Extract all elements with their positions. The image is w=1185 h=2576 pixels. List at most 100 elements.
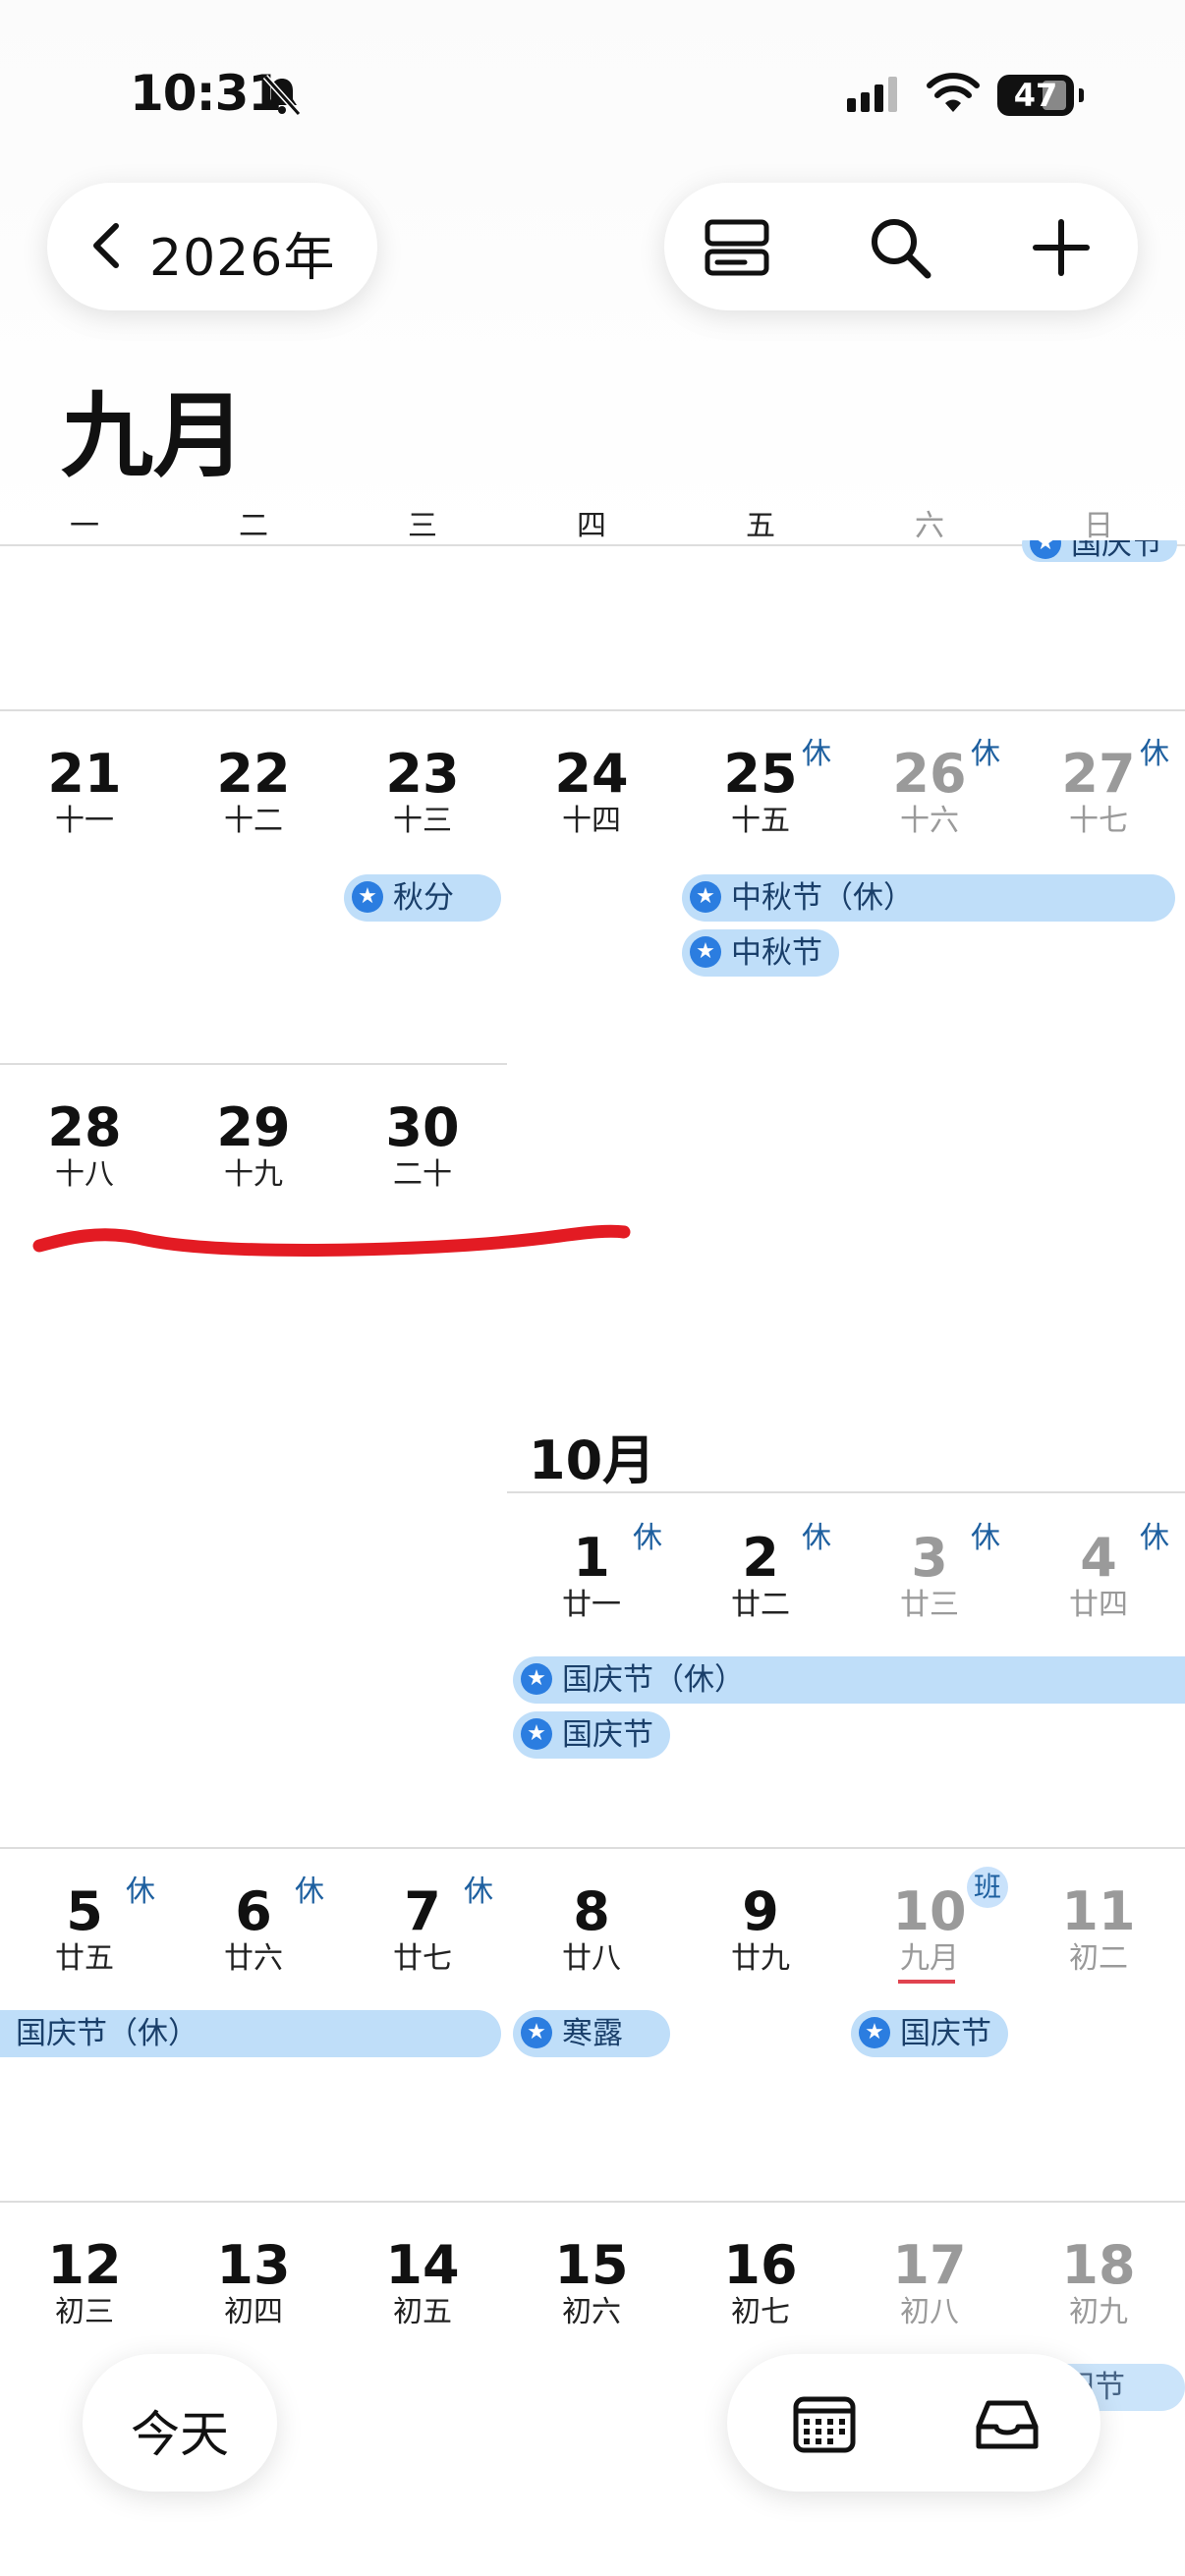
lunar-date: 十二 bbox=[224, 804, 283, 838]
day-number: 24 bbox=[554, 743, 629, 805]
star-icon: ★ bbox=[859, 2016, 890, 2048]
week-divider bbox=[0, 1063, 507, 1065]
day-number: 30 bbox=[385, 1096, 460, 1158]
star-icon: ★ bbox=[521, 1717, 552, 1750]
month-title: 九月 bbox=[61, 383, 247, 490]
lunar-date: 十一 bbox=[55, 804, 114, 838]
day-cell[interactable]: 11 初二 bbox=[1014, 1882, 1183, 1977]
lunar-date: 廿五 bbox=[55, 1941, 114, 1976]
week-divider bbox=[0, 1847, 1185, 1849]
day-cell[interactable]: 12 初三 bbox=[0, 2236, 169, 2330]
lunar-date: 初四 bbox=[224, 2295, 283, 2329]
lunar-date: 初七 bbox=[731, 2295, 790, 2329]
today-label: 今天 bbox=[131, 2406, 229, 2463]
day-number: 23 bbox=[385, 743, 460, 805]
lunar-date: 九月 bbox=[900, 1941, 959, 1976]
lunar-date: 初六 bbox=[562, 2295, 621, 2329]
day-cell[interactable]: 24 十四 bbox=[507, 745, 676, 839]
event-pill[interactable]: ★ 中秋节 bbox=[682, 929, 839, 977]
day-cell[interactable]: 17 初八 bbox=[845, 2236, 1014, 2330]
back-to-year-button[interactable]: 2026年 bbox=[47, 183, 377, 310]
plus-icon[interactable] bbox=[1026, 212, 1097, 283]
battery-nub bbox=[1079, 88, 1084, 102]
day-number: 21 bbox=[47, 743, 122, 805]
event-pill[interactable]: ★ 国庆节 bbox=[851, 2010, 1008, 2057]
layout-icon[interactable] bbox=[702, 212, 772, 283]
weekday-divider bbox=[0, 544, 1185, 546]
lunar-date: 廿四 bbox=[1069, 1588, 1128, 1622]
star-icon: ★ bbox=[690, 880, 721, 913]
star-icon: ★ bbox=[352, 880, 383, 913]
event-label: 秋分 bbox=[393, 880, 454, 916]
battery-level: 47 bbox=[1013, 77, 1058, 114]
day-number: 14 bbox=[385, 2234, 460, 2296]
day-cell[interactable]: 14 初五 bbox=[338, 2236, 507, 2330]
search-icon[interactable] bbox=[865, 212, 935, 283]
inbox-icon[interactable] bbox=[973, 2393, 1042, 2456]
day-number: 13 bbox=[216, 2234, 291, 2296]
weekday-fri: 五 bbox=[746, 509, 775, 543]
holiday-badge: 休 bbox=[464, 1875, 493, 1909]
day-cell[interactable]: 18 初九 bbox=[1014, 2236, 1183, 2330]
event-pill[interactable]: ★ 中秋节（休） bbox=[682, 874, 1175, 922]
lunar-date: 十五 bbox=[731, 804, 790, 838]
cellular-signal-icon bbox=[847, 75, 906, 112]
day-cell[interactable]: 30 二十 bbox=[338, 1098, 507, 1193]
day-number: 29 bbox=[216, 1096, 291, 1158]
month-divider bbox=[507, 1491, 1185, 1493]
holiday-badge: 休 bbox=[802, 737, 831, 771]
lunar-date: 廿一 bbox=[562, 1588, 621, 1622]
weekday-wed: 三 bbox=[408, 509, 437, 543]
day-cell[interactable]: 16 初七 bbox=[676, 2236, 845, 2330]
calendar-grid-icon[interactable] bbox=[790, 2393, 859, 2456]
workday-badge: 班 bbox=[967, 1867, 1008, 1908]
today-button[interactable]: 今天 bbox=[83, 2354, 277, 2492]
day-cell[interactable]: 13 初四 bbox=[169, 2236, 338, 2330]
day-number: 16 bbox=[723, 2234, 798, 2296]
day-cell[interactable]: 22 十二 bbox=[169, 745, 338, 839]
day-number: 22 bbox=[216, 743, 291, 805]
event-label: 国庆节 bbox=[562, 1717, 653, 1753]
lunar-date: 十八 bbox=[55, 1157, 114, 1192]
weekday-sat: 六 bbox=[915, 509, 944, 543]
day-number: 18 bbox=[1061, 2234, 1136, 2296]
day-number: 15 bbox=[554, 2234, 629, 2296]
holiday-badge: 休 bbox=[295, 1875, 324, 1909]
day-number: 12 bbox=[47, 2234, 122, 2296]
event-pill[interactable]: ★ 寒露 bbox=[513, 2010, 670, 2057]
battery-indicator: 47 bbox=[997, 75, 1074, 116]
lunar-date: 初五 bbox=[393, 2295, 452, 2329]
lunar-date: 初三 bbox=[55, 2295, 114, 2329]
lunar-date: 十六 bbox=[900, 804, 959, 838]
event-pill[interactable]: ★ 国庆节（休） bbox=[513, 1656, 1185, 1704]
bottom-toolbar bbox=[727, 2354, 1100, 2492]
day-cell[interactable]: 23 十三 bbox=[338, 745, 507, 839]
lunar-date: 廿七 bbox=[393, 1941, 452, 1976]
lunar-date: 廿三 bbox=[900, 1588, 959, 1622]
holiday-badge: 休 bbox=[971, 1521, 1000, 1555]
lunar-date: 十九 bbox=[224, 1157, 283, 1192]
toolbar bbox=[664, 183, 1138, 310]
event-label: 中秋节 bbox=[731, 935, 822, 971]
holiday-badge: 休 bbox=[633, 1521, 662, 1555]
day-cell[interactable]: 29 十九 bbox=[169, 1098, 338, 1193]
star-icon: ★ bbox=[690, 935, 721, 968]
day-cell[interactable]: 21 十一 bbox=[0, 745, 169, 839]
week-divider bbox=[0, 2201, 1185, 2203]
lunar-date: 廿六 bbox=[224, 1941, 283, 1976]
holiday-badge: 休 bbox=[971, 737, 1000, 771]
day-cell[interactable]: 9 廿九 bbox=[676, 1882, 845, 1977]
event-pill[interactable]: ★ 国庆节 bbox=[513, 1711, 670, 1759]
lunar-date: 十三 bbox=[393, 804, 452, 838]
silent-bell-icon bbox=[262, 74, 302, 117]
lunar-date: 初二 bbox=[1069, 1941, 1128, 1976]
event-pill[interactable]: ★ 秋分 bbox=[344, 874, 501, 922]
lunar-month-underline bbox=[898, 1980, 955, 1984]
day-cell[interactable]: 8 廿八 bbox=[507, 1882, 676, 1977]
weekday-sun: 日 bbox=[1084, 509, 1113, 543]
event-pill[interactable]: 国庆节（休） bbox=[0, 2010, 501, 2057]
day-cell[interactable]: 28 十八 bbox=[0, 1098, 169, 1193]
lunar-date: 二十 bbox=[393, 1157, 452, 1192]
day-cell[interactable]: 15 初六 bbox=[507, 2236, 676, 2330]
lunar-date: 廿九 bbox=[731, 1941, 790, 1976]
